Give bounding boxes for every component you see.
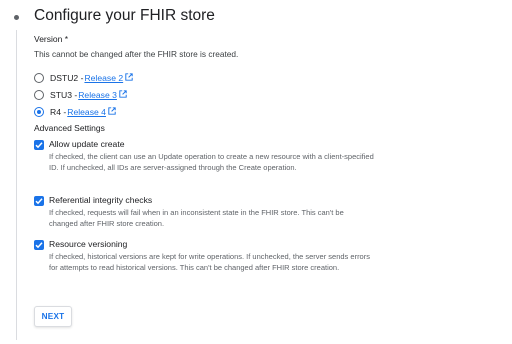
checkbox-checked[interactable] (34, 240, 44, 250)
version-option-dstu2[interactable]: DSTU2 - Release 2 (34, 71, 133, 85)
next-button[interactable]: NEXT (34, 306, 72, 327)
checkbox-help-text: If checked, historical versions are kept… (49, 252, 370, 272)
version-note: This cannot be changed after the FHIR st… (34, 49, 239, 59)
checkbox-label: Allow update create (49, 139, 125, 149)
version-option-name: STU3 (50, 90, 72, 100)
release-link[interactable]: Release 3 (78, 90, 117, 100)
page-title: Configure your FHIR store (34, 7, 215, 24)
open-in-new-icon (119, 90, 127, 100)
version-option-stu3[interactable]: STU3 - Release 3 (34, 88, 127, 102)
fhir-store-config-page: Configure your FHIR store Version * This… (0, 0, 512, 344)
checkbox-help-text: If checked, the client can use an Update… (49, 152, 374, 172)
version-option-name: DSTU2 (50, 73, 79, 83)
separator: - (78, 73, 84, 83)
radio-button[interactable] (34, 73, 44, 83)
step-connector-line (16, 30, 17, 340)
separator: - (61, 107, 67, 117)
separator: - (71, 90, 78, 100)
radio-button-selected[interactable] (34, 107, 44, 117)
checkbox-checked[interactable] (34, 140, 44, 150)
checkbox-label: Referential integrity checks (49, 195, 153, 205)
checkbox-help-text: If checked, requests will fail when in a… (49, 208, 344, 228)
radio-button[interactable] (34, 90, 44, 100)
checkbox-label: Resource versioning (49, 239, 128, 249)
open-in-new-icon (125, 73, 133, 83)
checkbox-checked[interactable] (34, 196, 44, 206)
open-in-new-icon (108, 107, 116, 117)
release-link[interactable]: Release 4 (67, 107, 106, 117)
version-label: Version * (34, 34, 69, 44)
version-option-r4[interactable]: R4 - Release 4 (34, 105, 116, 119)
advanced-settings-label: Advanced Settings (34, 123, 105, 133)
release-link[interactable]: Release 2 (84, 73, 123, 83)
version-option-name: R4 (50, 107, 61, 117)
step-indicator-dot (14, 15, 19, 20)
